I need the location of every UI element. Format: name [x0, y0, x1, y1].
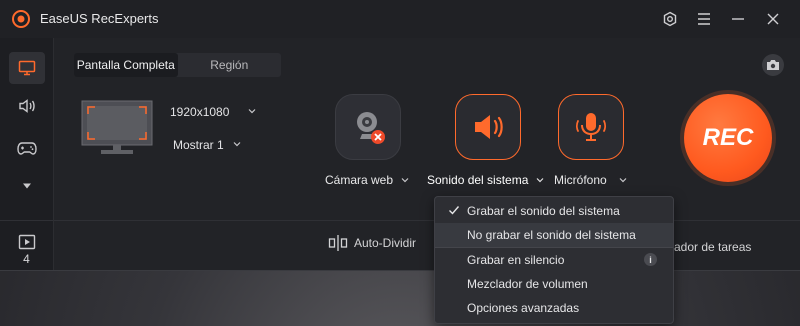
camera-icon	[767, 60, 779, 70]
sidebar-more-button[interactable]	[9, 170, 45, 202]
display-dropdown[interactable]: Mostrar 1	[173, 138, 224, 152]
minimize-icon	[732, 18, 744, 20]
record-button[interactable]: REC	[684, 94, 772, 182]
webcam-label[interactable]: Cámara web	[325, 173, 393, 187]
sidebar-item-audio[interactable]	[9, 90, 45, 122]
menu-icon	[698, 13, 710, 25]
settings-icon	[663, 11, 677, 27]
menu-item-label: No grabar el sonido del sistema	[467, 228, 636, 242]
sidebar: 4	[0, 38, 54, 270]
chevron-down-icon	[248, 109, 256, 114]
task-scheduler-label[interactable]: mador de tareas	[664, 240, 751, 254]
close-button[interactable]	[761, 8, 785, 30]
close-icon	[767, 13, 779, 25]
app-logo-icon	[12, 10, 30, 28]
sidebar-item-game[interactable]	[9, 132, 45, 164]
menu-item-label: Grabar el sonido del sistema	[467, 204, 620, 218]
chevron-down-icon[interactable]	[536, 176, 544, 184]
app-title: EaseUS RecExperts	[40, 11, 159, 26]
tab-region[interactable]: Región	[178, 53, 282, 77]
menu-item-label: Opciones avanzadas	[467, 301, 580, 315]
main-panel: Pantalla Completa Región 1920x1080 Mostr…	[54, 38, 800, 270]
capture-mode-tabs: Pantalla Completa Región	[74, 53, 281, 77]
menu-item-label: Mezclador de volumen	[467, 277, 588, 291]
info-icon[interactable]: i	[644, 253, 657, 266]
monitor-icon	[18, 60, 36, 76]
microphone-label[interactable]: Micrófono	[554, 173, 607, 187]
auto-split-label: Auto-Dividir	[354, 236, 417, 250]
sidebar-item-screen[interactable]	[9, 52, 45, 84]
tab-full-screen[interactable]: Pantalla Completa	[74, 53, 178, 77]
chevron-down-icon	[23, 183, 31, 189]
minimize-button[interactable]	[726, 8, 750, 30]
record-button-label: REC	[702, 124, 754, 151]
microphone-icon	[575, 113, 607, 141]
monitor-preview-icon	[81, 100, 153, 154]
webcam-icon	[357, 112, 385, 144]
system-sound-menu: Grabar el sonido del sistema No grabar e…	[434, 196, 674, 324]
speaker-icon	[475, 115, 503, 139]
chevron-down-icon[interactable]	[619, 176, 627, 184]
system-sound-toggle-button[interactable]	[455, 94, 521, 160]
menu-item-volume-mixer[interactable]: Mezclador de volumen	[435, 272, 673, 296]
check-icon	[449, 206, 460, 215]
sidebar-divider	[0, 220, 53, 221]
menu-item-record-system-sound[interactable]: Grabar el sonido del sistema	[435, 199, 673, 223]
gamepad-icon	[17, 142, 37, 155]
menu-button[interactable]	[692, 8, 716, 30]
auto-split-button[interactable]: Auto-Dividir	[328, 234, 416, 252]
auto-split-icon	[328, 235, 348, 251]
recordings-count: 4	[23, 252, 30, 266]
microphone-toggle-button[interactable]	[558, 94, 624, 160]
webcam-toggle-button[interactable]	[335, 94, 401, 160]
system-sound-label[interactable]: Sonido del sistema	[427, 173, 528, 187]
menu-item-label: Grabar en silencio	[467, 253, 565, 267]
bottom-divider	[54, 220, 800, 221]
title-bar: EaseUS RecExperts	[0, 0, 800, 38]
speaker-icon	[19, 99, 35, 113]
chevron-down-icon	[233, 142, 241, 147]
play-folder-icon	[18, 234, 36, 250]
menu-item-no-system-sound[interactable]: No grabar el sonido del sistema	[435, 223, 673, 247]
app-window: EaseUS RecExperts 4 Pantalla Completa Re…	[0, 0, 800, 271]
resolution-dropdown[interactable]: 1920x1080	[170, 105, 229, 119]
menu-item-record-silent[interactable]: Grabar en silencio i	[435, 248, 673, 272]
chevron-down-icon[interactable]	[401, 176, 409, 184]
screenshot-button[interactable]	[762, 54, 784, 76]
menu-item-advanced-options[interactable]: Opciones avanzadas	[435, 296, 673, 320]
settings-button[interactable]	[658, 8, 682, 30]
